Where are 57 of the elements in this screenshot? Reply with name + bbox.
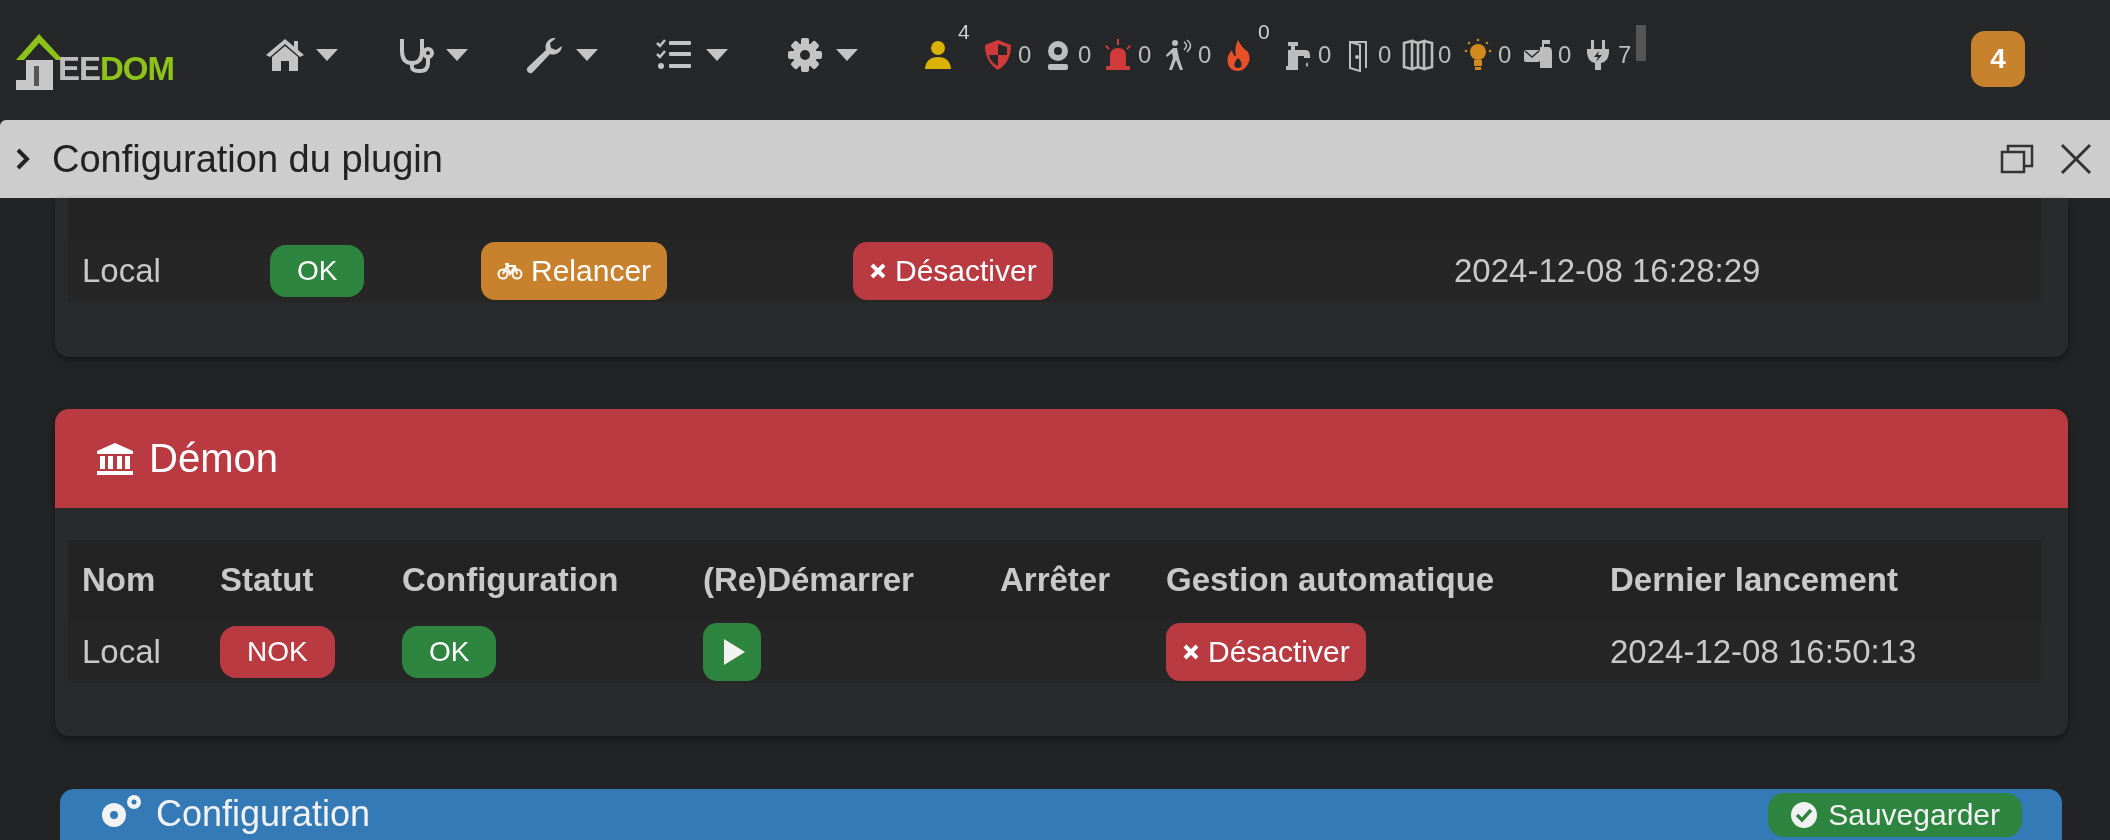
status-count: 0 (1378, 41, 1392, 69)
deactivate-button[interactable]: Désactiver (1166, 622, 1366, 681)
table-cell: 2024-12-08 16:28:29 (1454, 252, 1761, 290)
restore-icon[interactable] (2000, 144, 2034, 174)
caret-icon (316, 49, 338, 61)
save-button[interactable]: Sauvegarder (1768, 793, 2022, 837)
shield-icon[interactable] (982, 38, 1014, 72)
status-count: 0 (1258, 20, 1271, 44)
caret-icon (446, 49, 468, 61)
play-button[interactable] (703, 622, 761, 681)
bank-icon (95, 440, 135, 477)
close-icon (869, 262, 887, 280)
close-icon[interactable] (2060, 143, 2092, 175)
status-count: 7 (1618, 41, 1632, 69)
scrollbar[interactable] (1636, 25, 1646, 61)
bulb-icon[interactable] (1462, 38, 1494, 72)
status-badge: OK (270, 245, 365, 297)
column-header: Gestion automatique (1166, 561, 1495, 599)
status-count: 0 (1318, 41, 1332, 69)
siren-icon[interactable] (1102, 38, 1134, 72)
caret-icon (576, 49, 598, 61)
status-count: 0 (1078, 41, 1092, 69)
status-count: 0 (1558, 41, 1572, 69)
status-count: 0 (1438, 41, 1452, 69)
wrench-menu[interactable] (524, 35, 598, 75)
close-icon (1182, 642, 1200, 661)
configuration-title: Configuration (156, 793, 371, 835)
status-badge: OK (402, 625, 497, 678)
column-header: Configuration (402, 561, 619, 599)
person-icon[interactable] (922, 38, 954, 72)
relaunch-button[interactable]: Relancer (481, 242, 668, 300)
column-header: Statut (220, 561, 314, 599)
column-header: Dernier lancement (1610, 561, 1898, 599)
column-header: (Re)Démarrer (703, 561, 914, 599)
status-count: 0 (1138, 41, 1152, 69)
column-header: Arrêter (1000, 561, 1111, 599)
status-count: 0 (1018, 41, 1032, 69)
logo[interactable]: EEDOM (14, 12, 214, 92)
bicycle-icon (497, 262, 523, 280)
column-header: Nom (82, 561, 156, 599)
table-cell: 2024-12-08 16:50:13 (1610, 632, 1917, 671)
daemon-title: Démon (149, 436, 278, 481)
status-count: 0 (1198, 41, 1212, 69)
status-count: 4 (958, 20, 971, 44)
status-badge: NOK (220, 625, 335, 678)
chevron-icon[interactable] (16, 148, 30, 170)
status-count: 0 (1498, 41, 1512, 69)
notification-badge[interactable]: 4 (1971, 31, 2025, 87)
table-cell: Local (82, 252, 161, 290)
table-cell: Local (82, 632, 161, 671)
caret-icon (836, 49, 858, 61)
panel-title: Configuration du plugin (52, 137, 443, 181)
play-icon (721, 636, 747, 667)
caret-icon (706, 49, 728, 61)
deactivate-button[interactable]: Désactiver (853, 242, 1053, 300)
window-icon[interactable] (1402, 38, 1434, 72)
check-icon (1790, 801, 1819, 829)
